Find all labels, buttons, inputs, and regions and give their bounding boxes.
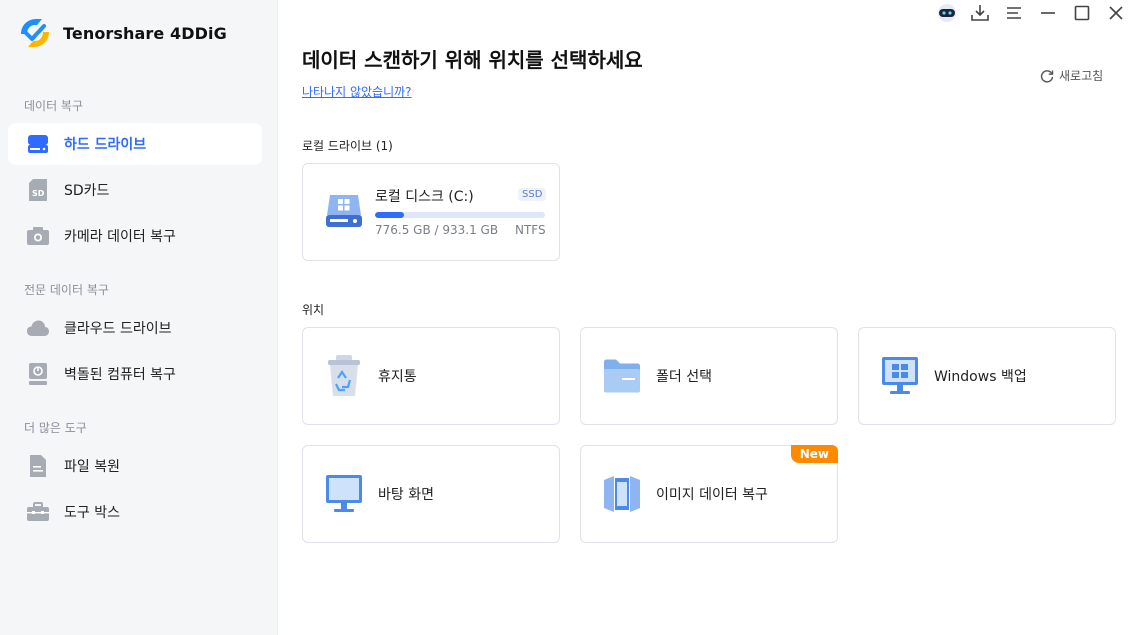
- sidebar-item-bricked-computer[interactable]: 벽돌된 컴퓨터 복구: [8, 353, 262, 395]
- sidebar-item-label: 하드 드라이브: [64, 137, 147, 153]
- sidebar-item-sd-card[interactable]: SD SD카드: [8, 169, 262, 211]
- desktop-icon: [324, 472, 364, 516]
- not-found-help-link[interactable]: 나타나지 않았습니까?: [302, 83, 412, 100]
- download-button[interactable]: [967, 2, 993, 24]
- robot-icon: [938, 4, 956, 22]
- location-label: 바탕 화면: [378, 487, 434, 503]
- file-icon: [26, 454, 50, 478]
- local-drives-label: 로컬 드라이브 (1): [302, 139, 393, 153]
- sidebar-item-label: 클라우드 드라이브: [64, 321, 172, 337]
- drive-filesystem: NTFS: [515, 223, 546, 237]
- location-label: 휴지통: [378, 369, 417, 385]
- section-title-more-tools: 더 많은 도구: [24, 421, 87, 435]
- maximize-button[interactable]: [1069, 2, 1095, 24]
- close-icon: [1109, 6, 1123, 20]
- recycle-bin-icon: [324, 354, 364, 398]
- sd-card-icon: SD: [26, 178, 50, 202]
- menu-button[interactable]: [1001, 2, 1027, 24]
- menu-icon: [1007, 7, 1021, 19]
- camera-icon: [26, 224, 50, 248]
- sidebar-item-label: 도구 박스: [64, 505, 120, 521]
- windows-backup-icon: [880, 354, 920, 398]
- maximize-icon: [1074, 5, 1090, 21]
- image-recovery-icon: [602, 472, 642, 516]
- refresh-icon: [1040, 69, 1054, 83]
- location-card-desktop[interactable]: 바탕 화면: [302, 445, 560, 543]
- minimize-button[interactable]: [1035, 2, 1061, 24]
- sidebar-item-label: 벽돌된 컴퓨터 복구: [64, 367, 176, 383]
- sidebar-item-label: 파일 복원: [64, 459, 120, 475]
- cloud-icon: [26, 316, 50, 340]
- location-label: 폴더 선택: [656, 369, 712, 385]
- drive-usage-bar: [375, 212, 545, 218]
- location-card-windows-backup[interactable]: Windows 백업: [858, 327, 1116, 425]
- new-badge: New: [790, 445, 838, 463]
- location-label: 이미지 데이터 복구: [656, 487, 768, 503]
- sidebar-item-cloud-drive[interactable]: 클라우드 드라이브: [8, 307, 262, 349]
- drive-size: 776.5 GB / 933.1 GB: [375, 223, 499, 237]
- app-logo-icon: [21, 19, 49, 47]
- location-card-select-folder[interactable]: 폴더 선택: [580, 327, 838, 425]
- drive-type-badge: SSD: [518, 188, 547, 201]
- assistant-bot-button[interactable]: [934, 2, 960, 24]
- sidebar-item-label: SD카드: [64, 183, 110, 199]
- toolbox-icon: [26, 500, 50, 524]
- folder-icon: [602, 354, 642, 398]
- svg-text:SD: SD: [32, 189, 45, 198]
- bricked-computer-icon: [26, 362, 50, 386]
- sidebar-item-toolbox[interactable]: 도구 박스: [8, 491, 262, 533]
- sidebar-item-camera[interactable]: 카메라 데이터 복구: [8, 215, 262, 257]
- section-title-data-recovery: 데이터 복구: [24, 99, 84, 113]
- hard-disk-icon: [326, 195, 362, 227]
- location-card-image-recovery[interactable]: 이미지 데이터 복구 New: [580, 445, 838, 543]
- download-icon: [971, 5, 989, 21]
- refresh-label: 새로고침: [1059, 69, 1104, 83]
- hard-drive-icon: [26, 132, 50, 156]
- refresh-button[interactable]: 새로고침: [1040, 67, 1103, 84]
- location-card-recycle-bin[interactable]: 휴지통: [302, 327, 560, 425]
- sidebar: Tenorshare 4DDiG 데이터 복구 하드 드라이브 SD SD카드 …: [0, 0, 278, 635]
- drive-usage-fill: [375, 212, 404, 218]
- page-title: 데이터 스캔하기 위해 위치를 선택하세요: [302, 48, 643, 72]
- app-name: Tenorshare 4DDiG: [63, 23, 227, 43]
- sidebar-item-file-repair[interactable]: 파일 복원: [8, 445, 262, 487]
- locations-label: 위치: [302, 303, 325, 317]
- drive-card-c[interactable]: 로컬 디스크 (C:) SSD 776.5 GB / 933.1 GB NTFS: [302, 163, 560, 261]
- minimize-icon: [1041, 12, 1055, 14]
- sidebar-item-label: 카메라 데이터 복구: [64, 229, 176, 245]
- brand: Tenorshare 4DDiG: [17, 16, 227, 50]
- location-label: Windows 백업: [934, 369, 1027, 385]
- sidebar-item-hard-drive[interactable]: 하드 드라이브: [8, 123, 262, 165]
- section-title-pro-recovery: 전문 데이터 복구: [24, 283, 109, 297]
- close-button[interactable]: [1103, 2, 1128, 24]
- drive-name: 로컬 디스크 (C:): [375, 189, 474, 205]
